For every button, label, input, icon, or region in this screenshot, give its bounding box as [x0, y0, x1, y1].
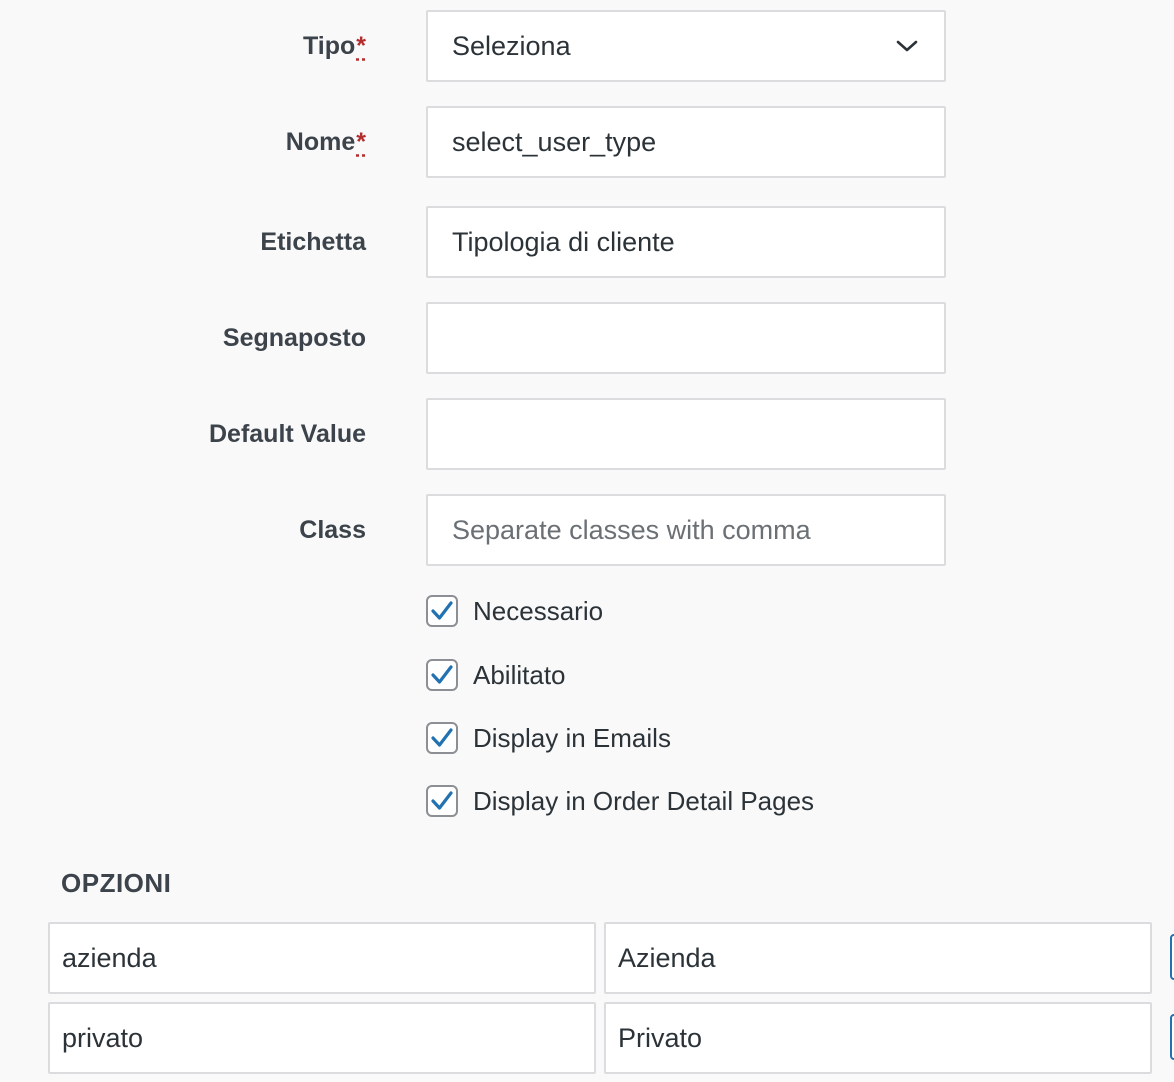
checkbox-label: Display in Order Detail Pages: [473, 785, 815, 816]
checkbox-box[interactable]: [426, 785, 458, 817]
checkbox-abilitato[interactable]: Abilitato: [426, 658, 566, 692]
checkmark-icon: [431, 728, 453, 747]
field-row-class: Class: [0, 494, 1174, 566]
checkmark-icon: [431, 791, 453, 810]
chevron-down-icon: [894, 33, 920, 59]
required-marker: *: [356, 32, 366, 60]
required-marker: *: [356, 128, 366, 156]
option-label-input[interactable]: [604, 922, 1152, 994]
default-value-label: Default Value: [209, 420, 366, 448]
field-row-nome: Nome*: [0, 106, 1174, 178]
tipo-label: Tipo*: [302, 32, 366, 60]
checkbox-display-in-emails[interactable]: Display in Emails: [426, 721, 671, 755]
checkbox-box[interactable]: [426, 595, 458, 627]
option-key-input[interactable]: [48, 922, 596, 994]
field-row-tipo: Tipo* Seleziona: [0, 10, 1174, 82]
field-row-segnaposto: Segnaposto: [0, 302, 1174, 374]
options-section-title: OPZIONI: [61, 868, 172, 898]
checkmark-icon: [431, 601, 453, 620]
checkbox-label: Abilitato: [473, 659, 566, 690]
checkbox-box[interactable]: [426, 722, 458, 754]
class-label: Class: [299, 516, 366, 544]
tipo-select[interactable]: Seleziona: [426, 10, 946, 82]
option-key-input[interactable]: [48, 1002, 596, 1074]
checkbox-label: Display in Emails: [473, 722, 671, 753]
checkmark-icon: [431, 665, 453, 684]
field-row-default-value: Default Value: [0, 398, 1174, 470]
field-row-etichetta: Etichetta: [0, 206, 1174, 278]
checkbox-necessario[interactable]: Necessario: [426, 594, 603, 628]
etichetta-input[interactable]: [426, 206, 946, 278]
nome-label: Nome*: [285, 128, 366, 156]
option-row-action-button[interactable]: [1170, 934, 1174, 980]
option-label-input[interactable]: [604, 1002, 1152, 1074]
class-input[interactable]: [426, 494, 946, 566]
checkbox-display-in-order-detail-pages[interactable]: Display in Order Detail Pages: [426, 784, 814, 818]
nome-input[interactable]: [426, 106, 946, 178]
default-value-input[interactable]: [426, 398, 946, 470]
checkbox-box[interactable]: [426, 659, 458, 691]
segnaposto-input[interactable]: [426, 302, 946, 374]
tipo-selected-value: Seleziona: [452, 30, 571, 61]
segnaposto-label: Segnaposto: [222, 324, 366, 352]
checkbox-label: Necessario: [473, 595, 604, 626]
option-row-action-button[interactable]: [1170, 1014, 1174, 1060]
etichetta-label: Etichetta: [260, 228, 366, 256]
